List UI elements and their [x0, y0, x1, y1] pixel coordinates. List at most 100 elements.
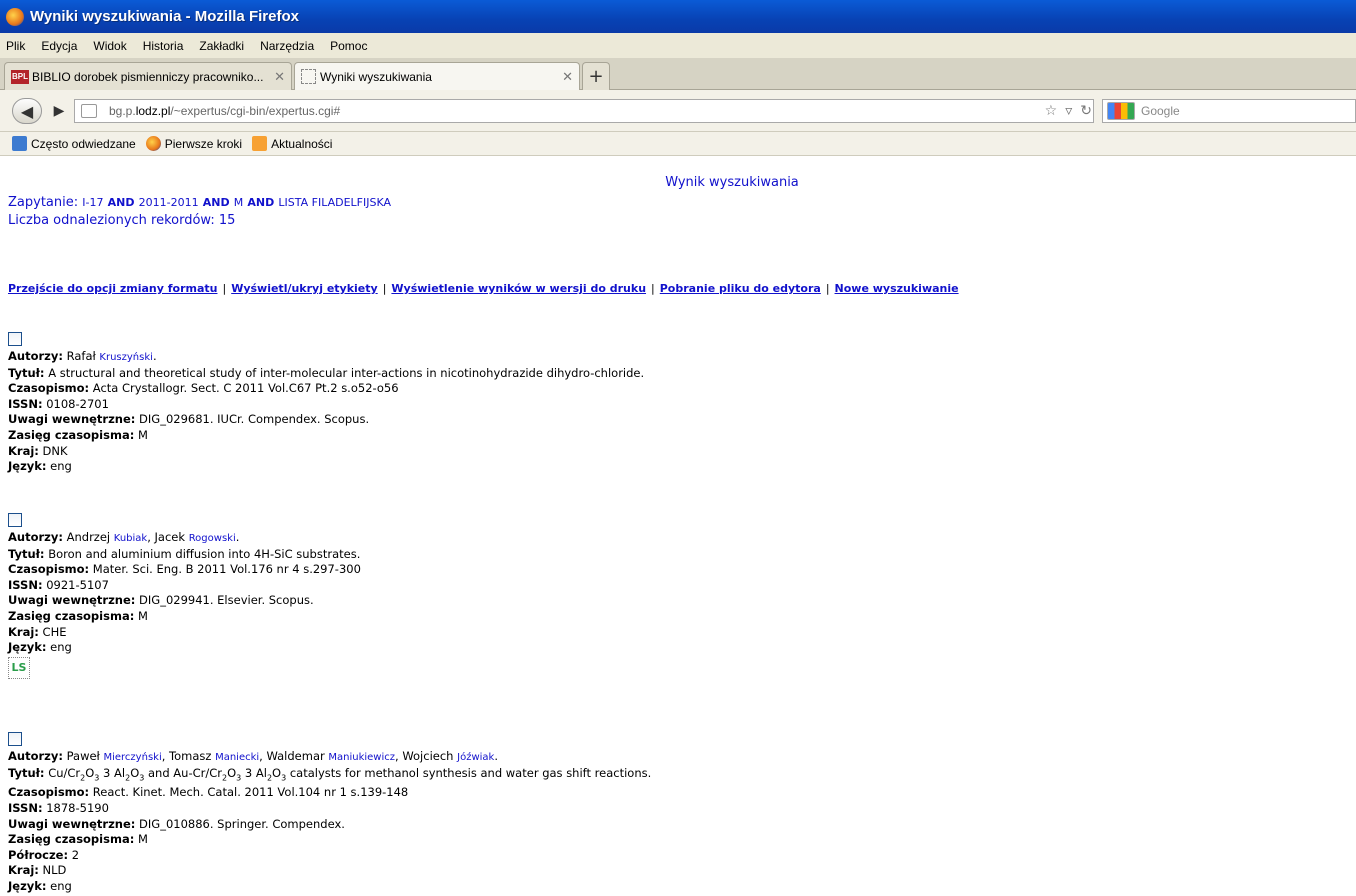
record-issn: ISSN: 1878-5190: [8, 801, 109, 816]
record-journal: Czasopismo: Acta Crystallogr. Sect. C 20…: [8, 381, 399, 396]
count-label: Liczba odnalezionych rekordów:: [8, 213, 215, 228]
blank-page-icon: [301, 69, 316, 84]
firefox-icon: [145, 136, 161, 151]
record-language: Język: eng: [8, 459, 72, 474]
record-item: Autorzy: Andrzej Kubiak, Jacek Rogowski.…: [8, 513, 361, 679]
change-format-link[interactable]: Przejście do opcji zmiany formatu: [8, 282, 217, 295]
firefox-icon: [6, 7, 24, 26]
reload-icon[interactable]: ↻: [1080, 103, 1092, 119]
record-title: Tytuł: Boron and aluminium diffusion int…: [8, 546, 361, 561]
tab-strip: BPL BIBLIO dorobek pismienniczy pracowni…: [0, 58, 1356, 90]
record-notes: Uwagi wewnętrzne: DIG_029941. Elsevier. …: [8, 593, 314, 608]
query-label: Zapytanie:: [8, 195, 79, 210]
forward-button[interactable]: ▶: [48, 101, 70, 121]
menu-narzedzia[interactable]: Narzędzia: [260, 39, 314, 53]
new-tab-button[interactable]: +: [582, 62, 610, 90]
record-country: Kraj: NLD: [8, 863, 67, 878]
author-link[interactable]: Kruszyński: [99, 352, 153, 363]
most-visited-icon: [12, 136, 27, 151]
site-identity-icon[interactable]: [81, 104, 97, 118]
record-journal: Czasopismo: React. Kinet. Mech. Catal. 2…: [8, 785, 409, 800]
bookmarks-toolbar: Często odwiedzane Pierwsze kroki Aktualn…: [0, 132, 1356, 156]
bpl-favicon-icon: BPL: [11, 69, 29, 84]
menu-pomoc[interactable]: Pomoc: [330, 39, 367, 53]
google-engine-icon[interactable]: [1107, 102, 1135, 120]
menu-zakladki[interactable]: Zakładki: [199, 39, 244, 53]
tab-label: Wyniki wyszukiwania: [320, 69, 432, 84]
record-item: Autorzy: Rafał Kruszyński. Tytuł: A stru…: [8, 332, 644, 475]
back-button[interactable]: ◀: [12, 98, 42, 124]
print-version-link[interactable]: Wyświetlenie wyników w wersji do druku: [391, 282, 646, 295]
record-authors: Autorzy: Andrzej Kubiak, Jacek Rogowski.: [8, 530, 240, 544]
query-operator: AND: [247, 196, 275, 209]
query-term: M: [233, 196, 244, 209]
close-tab-icon[interactable]: ✕: [562, 69, 573, 85]
query-line: Zapytanie: I-17 AND 2011-2011 AND M AND …: [8, 195, 391, 210]
record-language: Język: eng: [8, 640, 72, 655]
window-title: Wyniki wyszukiwania - Mozilla Firefox: [30, 8, 299, 25]
back-arrow-icon: ◀: [20, 101, 34, 121]
url-bar[interactable]: bg.p. lodz.pl/~expertus/cgi-bin/expertus.…: [74, 99, 1094, 123]
navigation-toolbar: ◀ ▶ bg.p. lodz.pl/~expertus/cgi-bin/exper…: [0, 90, 1356, 132]
author-link[interactable]: Mierczyński: [103, 752, 161, 763]
close-tab-icon[interactable]: ✕: [274, 69, 285, 85]
record-title: Tytuł: A structural and theoretical stud…: [8, 365, 645, 380]
record-checkbox[interactable]: [8, 513, 22, 527]
url-host: lodz.pl: [135, 104, 171, 118]
record-issn: ISSN: 0921-5107: [8, 577, 109, 592]
window-titlebar: Wyniki wyszukiwania - Mozilla Firefox: [0, 0, 1356, 33]
query-term: 2011-2011: [138, 196, 199, 209]
url-prefix: bg.p.: [109, 104, 136, 118]
bookmark-aktualnosci[interactable]: Aktualności: [252, 136, 332, 151]
url-path: /~expertus/cgi-bin/expertus.cgi#: [170, 104, 341, 118]
author-link[interactable]: Maniukiewicz: [328, 752, 395, 763]
bookmark-czesto[interactable]: Często odwiedzane: [12, 136, 136, 151]
tab-biblio[interactable]: BPL BIBLIO dorobek pismienniczy pracowni…: [4, 62, 292, 90]
record-title: Tytuł: Cu/Cr2O3 3 Al2O3 and Au-Cr/Cr2O3 …: [8, 765, 652, 782]
search-bar[interactable]: Google: [1102, 99, 1356, 123]
tab-label: BIBLIO dorobek pismienniczy pracowniko..…: [32, 69, 264, 84]
author-link[interactable]: Kubiak: [114, 533, 147, 544]
record-count: Liczba odnalezionych rekordów: 15: [8, 213, 235, 228]
rss-feed-icon: [252, 136, 268, 151]
author-link[interactable]: Jóźwiak: [457, 752, 494, 763]
new-search-link[interactable]: Nowe wyszukiwanie: [835, 282, 959, 295]
lcs-icon[interactable]: LS: [8, 656, 30, 679]
record-checkbox[interactable]: [8, 732, 22, 746]
tab-wyniki[interactable]: Wyniki wyszukiwania ✕: [294, 62, 580, 90]
search-placeholder: Google: [1141, 104, 1180, 118]
bookmark-label: Często odwiedzane: [31, 136, 136, 151]
query-operator: AND: [107, 196, 135, 209]
record-issn: ISSN: 0108-2701: [8, 396, 109, 411]
author-link[interactable]: Rogowski: [189, 533, 236, 544]
record-notes: Uwagi wewnętrzne: DIG_029681. IUCr. Comp…: [8, 412, 370, 427]
record-language: Język: eng: [8, 879, 72, 894]
history-dropdown-icon[interactable]: ▿: [1065, 103, 1072, 119]
bookmark-label: Aktualności: [271, 136, 333, 151]
menu-plik[interactable]: Plik: [6, 39, 25, 53]
record-scope: Zasięg czasopisma: M: [8, 427, 148, 442]
menu-widok[interactable]: Widok: [93, 39, 126, 53]
record-country: Kraj: CHE: [8, 624, 67, 639]
action-links: Przejście do opcji zmiany formatu | Wyświe…: [8, 282, 959, 295]
page-content: Wynik wyszukiwania Zapytanie: I-17 AND 2…: [0, 157, 1356, 896]
record-country: Kraj: DNK: [8, 443, 68, 458]
query-term: I-17: [82, 196, 104, 209]
page-heading: Wynik wyszukiwania: [665, 175, 799, 190]
download-file-link[interactable]: Pobranie pliku do edytora: [660, 282, 821, 295]
record-scope: Zasięg czasopisma: M: [8, 608, 148, 623]
bookmark-star-icon[interactable]: ☆: [1045, 103, 1058, 119]
menu-edycja[interactable]: Edycja: [41, 39, 77, 53]
author-link[interactable]: Maniecki: [215, 752, 259, 763]
forward-arrow-icon: ▶: [53, 103, 65, 119]
count-value: 15: [218, 213, 236, 228]
record-half: Półrocze: 2: [8, 847, 80, 862]
record-checkbox[interactable]: [8, 332, 22, 346]
query-term: LISTA FILADELFIJSKA: [278, 196, 391, 209]
menu-bar: Plik Edycja Widok Historia Zakładki Narz…: [0, 33, 1356, 58]
record-authors: Autorzy: Paweł Mierczyński, Tomasz Manie…: [8, 749, 498, 763]
bookmark-pierwsze[interactable]: Pierwsze kroki: [145, 136, 242, 151]
menu-historia[interactable]: Historia: [143, 39, 184, 53]
url-bar-icons: ☆ ▿ ↻: [1045, 103, 1092, 119]
toggle-labels-link[interactable]: Wyświetl/ukryj etykiety: [231, 282, 378, 295]
